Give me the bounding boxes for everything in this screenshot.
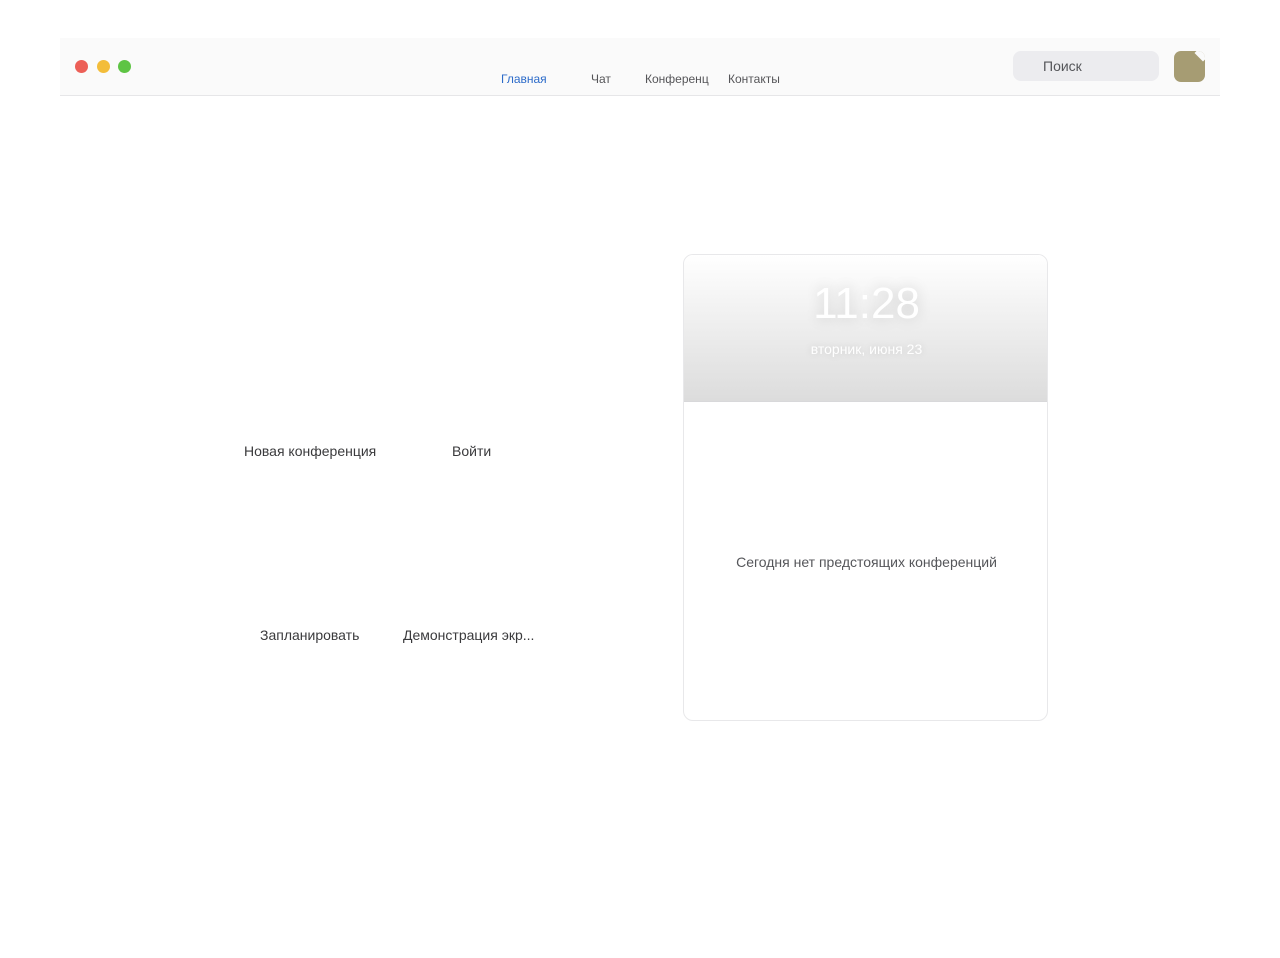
join-button[interactable]: Войти <box>452 443 491 459</box>
clock-time: 11:28 <box>813 279 920 328</box>
clock-date: вторник, июня 23 <box>810 341 923 357</box>
zoom-window-button[interactable] <box>118 60 131 73</box>
new-meeting-button[interactable]: Новая конференция <box>244 443 376 459</box>
minimize-window-button[interactable] <box>97 60 110 73</box>
close-window-button[interactable] <box>75 60 88 73</box>
schedule-button[interactable]: Запланировать <box>260 627 359 643</box>
app-window: Главная Чат Конференц Контакты Поиск Нов… <box>60 38 1220 958</box>
avatar[interactable] <box>1174 51 1205 82</box>
upcoming-meetings-card: 11:28 вторник, июня 23 Сегодня нет предс… <box>683 254 1048 721</box>
tab-home[interactable]: Главная <box>501 72 547 86</box>
tab-contacts[interactable]: Контакты <box>728 72 780 86</box>
no-upcoming-meetings-text: Сегодня нет предстоящих конференций <box>736 554 997 570</box>
search-input[interactable]: Поиск <box>1013 51 1159 81</box>
tab-chat[interactable]: Чат <box>591 72 611 86</box>
title-bar: Главная Чат Конференц Контакты Поиск <box>60 38 1220 96</box>
tab-meetings[interactable]: Конференц <box>645 72 709 86</box>
clock-header: 11:28 вторник, июня 23 <box>684 255 1047 402</box>
share-screen-button[interactable]: Демонстрация экр... <box>403 627 534 643</box>
